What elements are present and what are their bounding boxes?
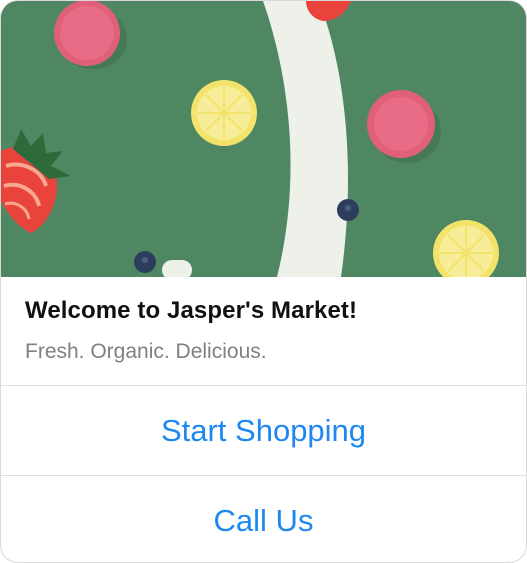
card-subtitle: Fresh. Organic. Delicious. <box>25 340 267 363</box>
start-shopping-label: Start Shopping <box>160 412 367 448</box>
hero-image <box>1 1 526 277</box>
message-card: Welcome to Jasper's Market! Fresh. Organ… <box>0 0 527 563</box>
start-shopping-button[interactable]: Start Shopping <box>1 386 526 476</box>
card-title: Welcome to Jasper's Market! <box>25 297 358 324</box>
call-us-button[interactable]: Call Us <box>1 476 526 562</box>
call-us-label: Call Us <box>213 502 314 538</box>
card-text: Welcome to Jasper's Market! Fresh. Organ… <box>1 277 526 386</box>
